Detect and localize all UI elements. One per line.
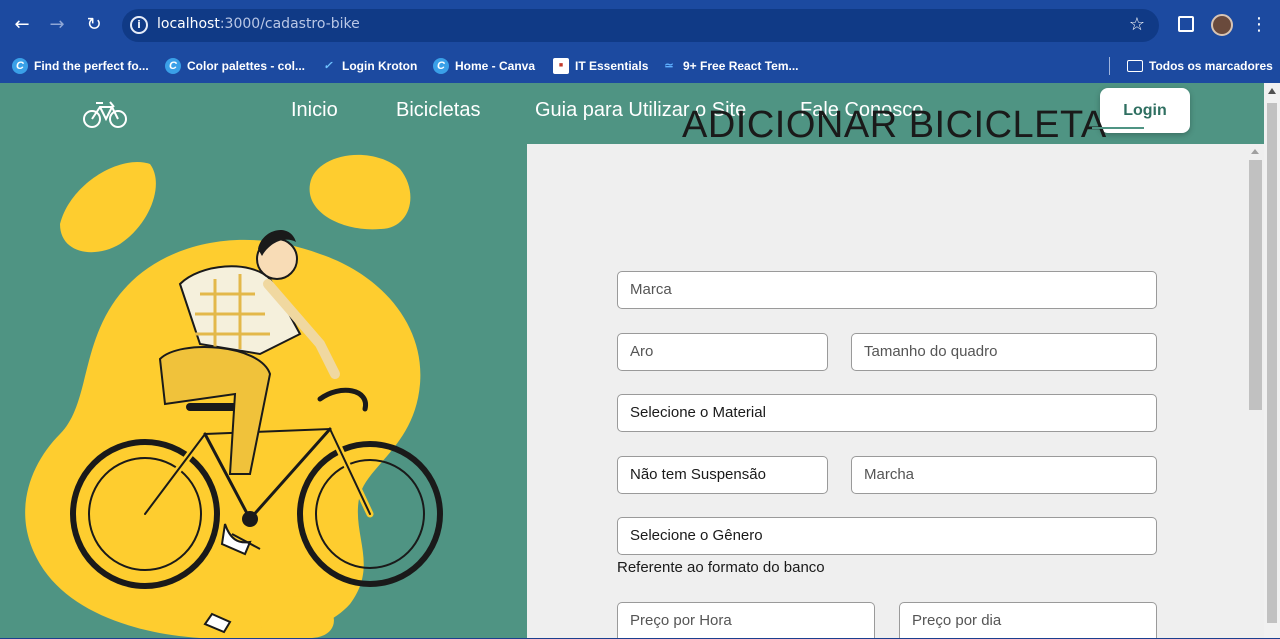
cyclist-illustration — [25, 154, 443, 638]
form-scrollbar-thumb[interactable] — [1249, 160, 1262, 410]
page-scrollbar[interactable] — [1264, 83, 1280, 638]
title-right-rule — [1092, 127, 1144, 129]
preco-dia-input[interactable]: Preço por dia — [899, 602, 1157, 638]
react-template-icon: ≃ — [664, 60, 674, 72]
page-scrollbar-thumb[interactable] — [1267, 103, 1277, 623]
material-select[interactable]: Selecione o Material — [617, 394, 1157, 432]
folder-icon — [1127, 60, 1143, 72]
scroll-up-arrow-icon[interactable] — [1251, 149, 1259, 154]
nav-inicio[interactable]: Inicio — [291, 99, 338, 122]
suspensao-select[interactable]: Não tem Suspensão — [617, 456, 828, 494]
cisco-icon: ■ — [553, 58, 569, 74]
forward-arrow-icon[interactable]: → — [44, 12, 70, 38]
page-scroll-up-arrow-icon[interactable] — [1268, 88, 1276, 94]
bookmarks-bar: C Find the perfect fo... C Color palette… — [0, 50, 1280, 83]
form-scrollbar[interactable] — [1247, 144, 1264, 638]
genero-helper-text: Referente ao formato do banco — [617, 559, 825, 576]
browser-toolbar: ← → ↻ i localhost:3000/cadastro-bike ☆ ⋮ — [0, 0, 1280, 50]
form-title-wrap: ADICIONAR BICICLETA — [630, 104, 1144, 148]
bicycle-logo-icon[interactable] — [82, 99, 128, 129]
bookmark-item[interactable]: ■ IT Essentials — [553, 56, 648, 76]
bookmark-item[interactable]: ✓ Login Kroton — [320, 56, 417, 76]
all-bookmarks-folder[interactable]: Todos os marcadores — [1127, 56, 1273, 76]
tamanho-quadro-input[interactable]: Tamanho do quadro — [851, 333, 1157, 371]
bookmark-item[interactable]: C Find the perfect fo... — [12, 56, 149, 76]
site-info-icon[interactable]: i — [130, 16, 148, 34]
form-title: ADICIONAR BICICLETA — [682, 104, 1107, 146]
reload-icon[interactable]: ↻ — [81, 12, 107, 38]
back-arrow-icon[interactable]: ← — [9, 12, 35, 38]
kroton-icon: ✓ — [323, 60, 333, 72]
canva-icon: C — [165, 58, 181, 74]
profile-avatar[interactable] — [1211, 14, 1233, 36]
bookmarks-divider — [1109, 57, 1110, 75]
address-bar[interactable]: i localhost:3000/cadastro-bike ☆ — [122, 9, 1159, 42]
nav-bicicletas[interactable]: Bicicletas — [396, 99, 480, 122]
marca-input[interactable]: Marca — [617, 271, 1157, 309]
bookmark-item[interactable]: ≃ 9+ Free React Tem... — [661, 56, 798, 76]
bookmark-star-icon[interactable]: ☆ — [1129, 14, 1145, 35]
canva-icon: C — [433, 58, 449, 74]
menu-kebab-icon[interactable]: ⋮ — [1250, 14, 1268, 35]
address-url: localhost:3000/cadastro-bike — [157, 16, 360, 32]
side-panel-icon[interactable] — [1178, 16, 1194, 32]
genero-select[interactable]: Selecione o Gênero — [617, 517, 1157, 555]
bookmark-item[interactable]: C Home - Canva — [433, 56, 535, 76]
bookmark-item[interactable]: C Color palettes - col... — [165, 56, 305, 76]
aro-input[interactable]: Aro — [617, 333, 828, 371]
title-left-rule — [630, 127, 682, 129]
marcha-input[interactable]: Marcha — [851, 456, 1157, 494]
preco-hora-input[interactable]: Preço por Hora — [617, 602, 875, 638]
canva-icon: C — [12, 58, 28, 74]
